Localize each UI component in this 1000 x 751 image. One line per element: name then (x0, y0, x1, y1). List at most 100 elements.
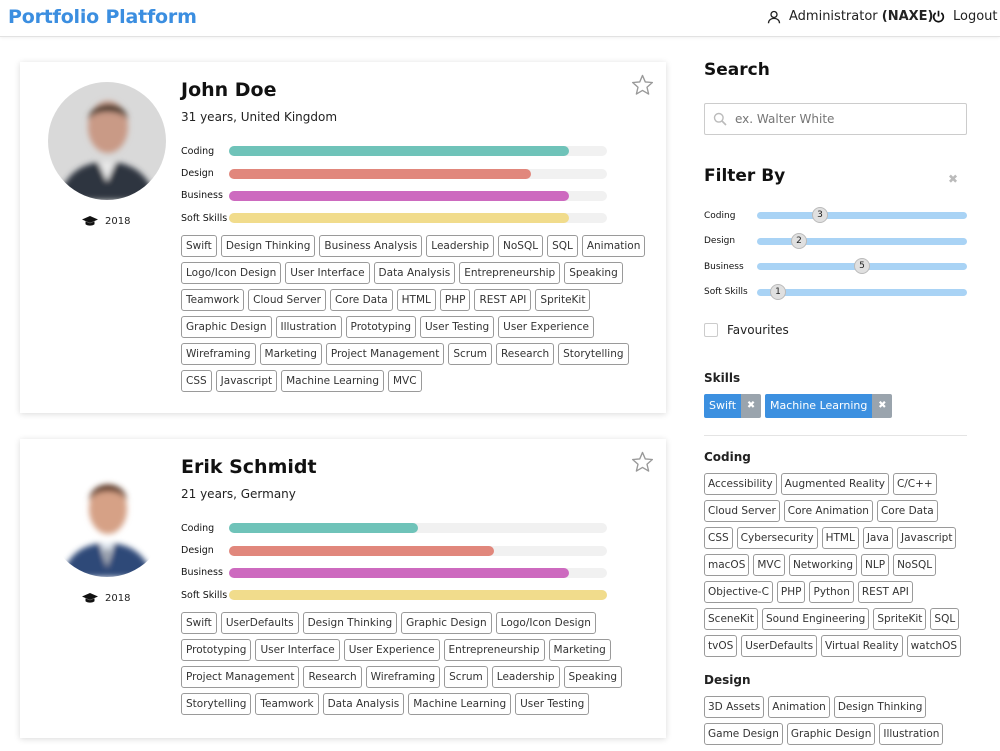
skill-tag[interactable]: Speaking (563, 666, 623, 688)
skill-tag[interactable]: Data Analysis (322, 693, 405, 715)
skill-tag[interactable]: Research (495, 343, 555, 365)
skill-tag[interactable]: 3D Assets (704, 696, 765, 718)
skill-tag[interactable]: MVC (753, 554, 785, 576)
skill-tag[interactable]: Augmented Reality (780, 473, 889, 495)
skill-tag[interactable]: HTML (396, 289, 436, 311)
skill-tag[interactable]: User Testing (515, 693, 590, 715)
skill-tag[interactable]: Illustration (275, 316, 342, 338)
skill-tag[interactable]: Project Management (181, 666, 300, 688)
skill-tag[interactable]: Wireframing (181, 343, 256, 365)
skill-tag[interactable]: User Interface (285, 262, 370, 284)
skill-tag[interactable]: CSS (181, 370, 212, 392)
skill-tag[interactable]: Entrepreneurship (443, 639, 545, 661)
skill-tag[interactable]: Leadership (491, 666, 560, 688)
slider-handle[interactable]: 2 (791, 232, 807, 249)
profile-name[interactable]: Erik Schmidt (181, 456, 317, 478)
skill-tag[interactable]: Swift (181, 235, 217, 257)
skill-tag[interactable]: Cloud Server (704, 500, 780, 522)
user-menu[interactable]: Administrator (NAXE) (767, 9, 934, 24)
skill-tag[interactable]: Objective-C (704, 581, 773, 603)
skill-tag[interactable]: Virtual Reality (821, 635, 903, 657)
skill-tag[interactable]: MVC (388, 370, 422, 392)
skill-tag[interactable]: Swift (181, 612, 217, 634)
slider-handle[interactable]: 5 (854, 258, 870, 275)
skill-tag[interactable]: watchOS (906, 635, 962, 657)
skill-tag[interactable]: Marketing (548, 639, 611, 661)
skill-tag[interactable]: SQL (930, 608, 960, 630)
skill-tag[interactable]: Java (862, 527, 893, 549)
skill-tag[interactable]: REST API (857, 581, 913, 603)
skill-tag[interactable]: Speaking (564, 262, 623, 284)
skill-tag[interactable]: User Experience (498, 316, 594, 338)
skill-tag[interactable]: Storytelling (181, 693, 252, 715)
skill-chip[interactable]: Machine Learning ✖ (765, 394, 893, 418)
skill-tag[interactable]: tvOS (704, 635, 738, 657)
skill-tag[interactable]: Python (809, 581, 854, 603)
skill-tag[interactable]: NoSQL (498, 235, 544, 257)
favourites-toggle[interactable]: Favourites (704, 323, 789, 337)
brand-title[interactable]: Portfolio Platform (8, 6, 197, 28)
skill-chip[interactable]: Swift ✖ (704, 394, 762, 418)
skill-tag[interactable]: NLP (861, 554, 890, 576)
skill-tag[interactable]: Data Analysis (373, 262, 456, 284)
skill-tag[interactable]: SQL (547, 235, 578, 257)
skill-tag[interactable]: Graphic Design (181, 316, 272, 338)
skill-tag[interactable]: macOS (704, 554, 750, 576)
search-input[interactable] (735, 112, 945, 126)
search-field[interactable] (704, 103, 967, 135)
skill-tag[interactable]: Storytelling (558, 343, 629, 365)
skill-tag[interactable]: Project Management (325, 343, 445, 365)
skill-tag[interactable]: Sound Engineering (761, 608, 870, 630)
favourite-star-icon[interactable] (631, 451, 654, 477)
skill-tag[interactable]: Entrepreneurship (459, 262, 561, 284)
skill-tag[interactable]: Teamwork (181, 289, 245, 311)
skill-tag[interactable]: REST API (474, 289, 532, 311)
profile-card[interactable]: 2018 John Doe 31 years, United Kingdom C… (20, 62, 666, 413)
skill-tag[interactable]: Business Analysis (319, 235, 423, 257)
skill-tag[interactable]: Cloud Server (248, 289, 326, 311)
skill-tag[interactable]: Game Design (704, 723, 783, 745)
skill-tag[interactable]: Graphic Design (786, 723, 876, 745)
slider-track[interactable]: 5 (757, 258, 967, 275)
skill-tag[interactable]: Javascript (897, 527, 957, 549)
skill-tag[interactable]: Illustration (879, 723, 944, 745)
skill-tag[interactable]: UserDefaults (220, 612, 299, 634)
remove-chip-icon[interactable]: ✖ (741, 394, 762, 418)
skill-tag[interactable]: C/C++ (892, 473, 937, 495)
remove-chip-icon[interactable]: ✖ (872, 394, 893, 418)
skill-tag[interactable]: Machine Learning (408, 693, 512, 715)
profile-card[interactable]: 2018 Erik Schmidt 21 years, Germany Codi… (20, 439, 666, 738)
slider-track[interactable]: 3 (757, 207, 967, 224)
skill-tag[interactable]: Animation (768, 696, 830, 718)
skill-tag[interactable]: SpriteKit (535, 289, 591, 311)
skill-tag[interactable]: Logo/Icon Design (181, 262, 282, 284)
skill-tag[interactable]: Logo/Icon Design (495, 612, 596, 634)
skill-tag[interactable]: Core Data (876, 500, 938, 522)
skill-tag[interactable]: UserDefaults (741, 635, 818, 657)
skill-tag[interactable]: User Interface (255, 639, 340, 661)
skill-tag[interactable]: Javascript (215, 370, 278, 392)
profile-name[interactable]: John Doe (181, 79, 277, 101)
favourites-checkbox[interactable] (704, 323, 718, 337)
slider-handle[interactable]: 1 (770, 283, 786, 300)
slider-track[interactable]: 1 (757, 283, 967, 300)
skill-tag[interactable]: Design Thinking (220, 235, 316, 257)
skill-tag[interactable]: SpriteKit (873, 608, 927, 630)
skill-tag[interactable]: Design Thinking (833, 696, 927, 718)
skill-tag[interactable]: Machine Learning (281, 370, 384, 392)
skill-tag[interactable]: Core Data (329, 289, 393, 311)
skill-tag[interactable]: Design Thinking (302, 612, 398, 634)
skill-tag[interactable]: Networking (788, 554, 858, 576)
skill-tag[interactable]: NoSQL (893, 554, 937, 576)
skill-tag[interactable]: Prototyping (181, 639, 252, 661)
skill-tag[interactable]: Core Animation (783, 500, 873, 522)
skill-tag[interactable]: Scrum (448, 343, 492, 365)
skill-tag[interactable]: Wireframing (365, 666, 441, 688)
skill-tag[interactable]: PHP (439, 289, 471, 311)
favourite-star-icon[interactable] (631, 74, 654, 100)
skill-tag[interactable]: Graphic Design (401, 612, 492, 634)
skill-tag[interactable]: Prototyping (345, 316, 416, 338)
skill-tag[interactable]: Accessibility (704, 473, 777, 495)
skill-tag[interactable]: Teamwork (255, 693, 319, 715)
skill-tag[interactable]: User Experience (343, 639, 440, 661)
